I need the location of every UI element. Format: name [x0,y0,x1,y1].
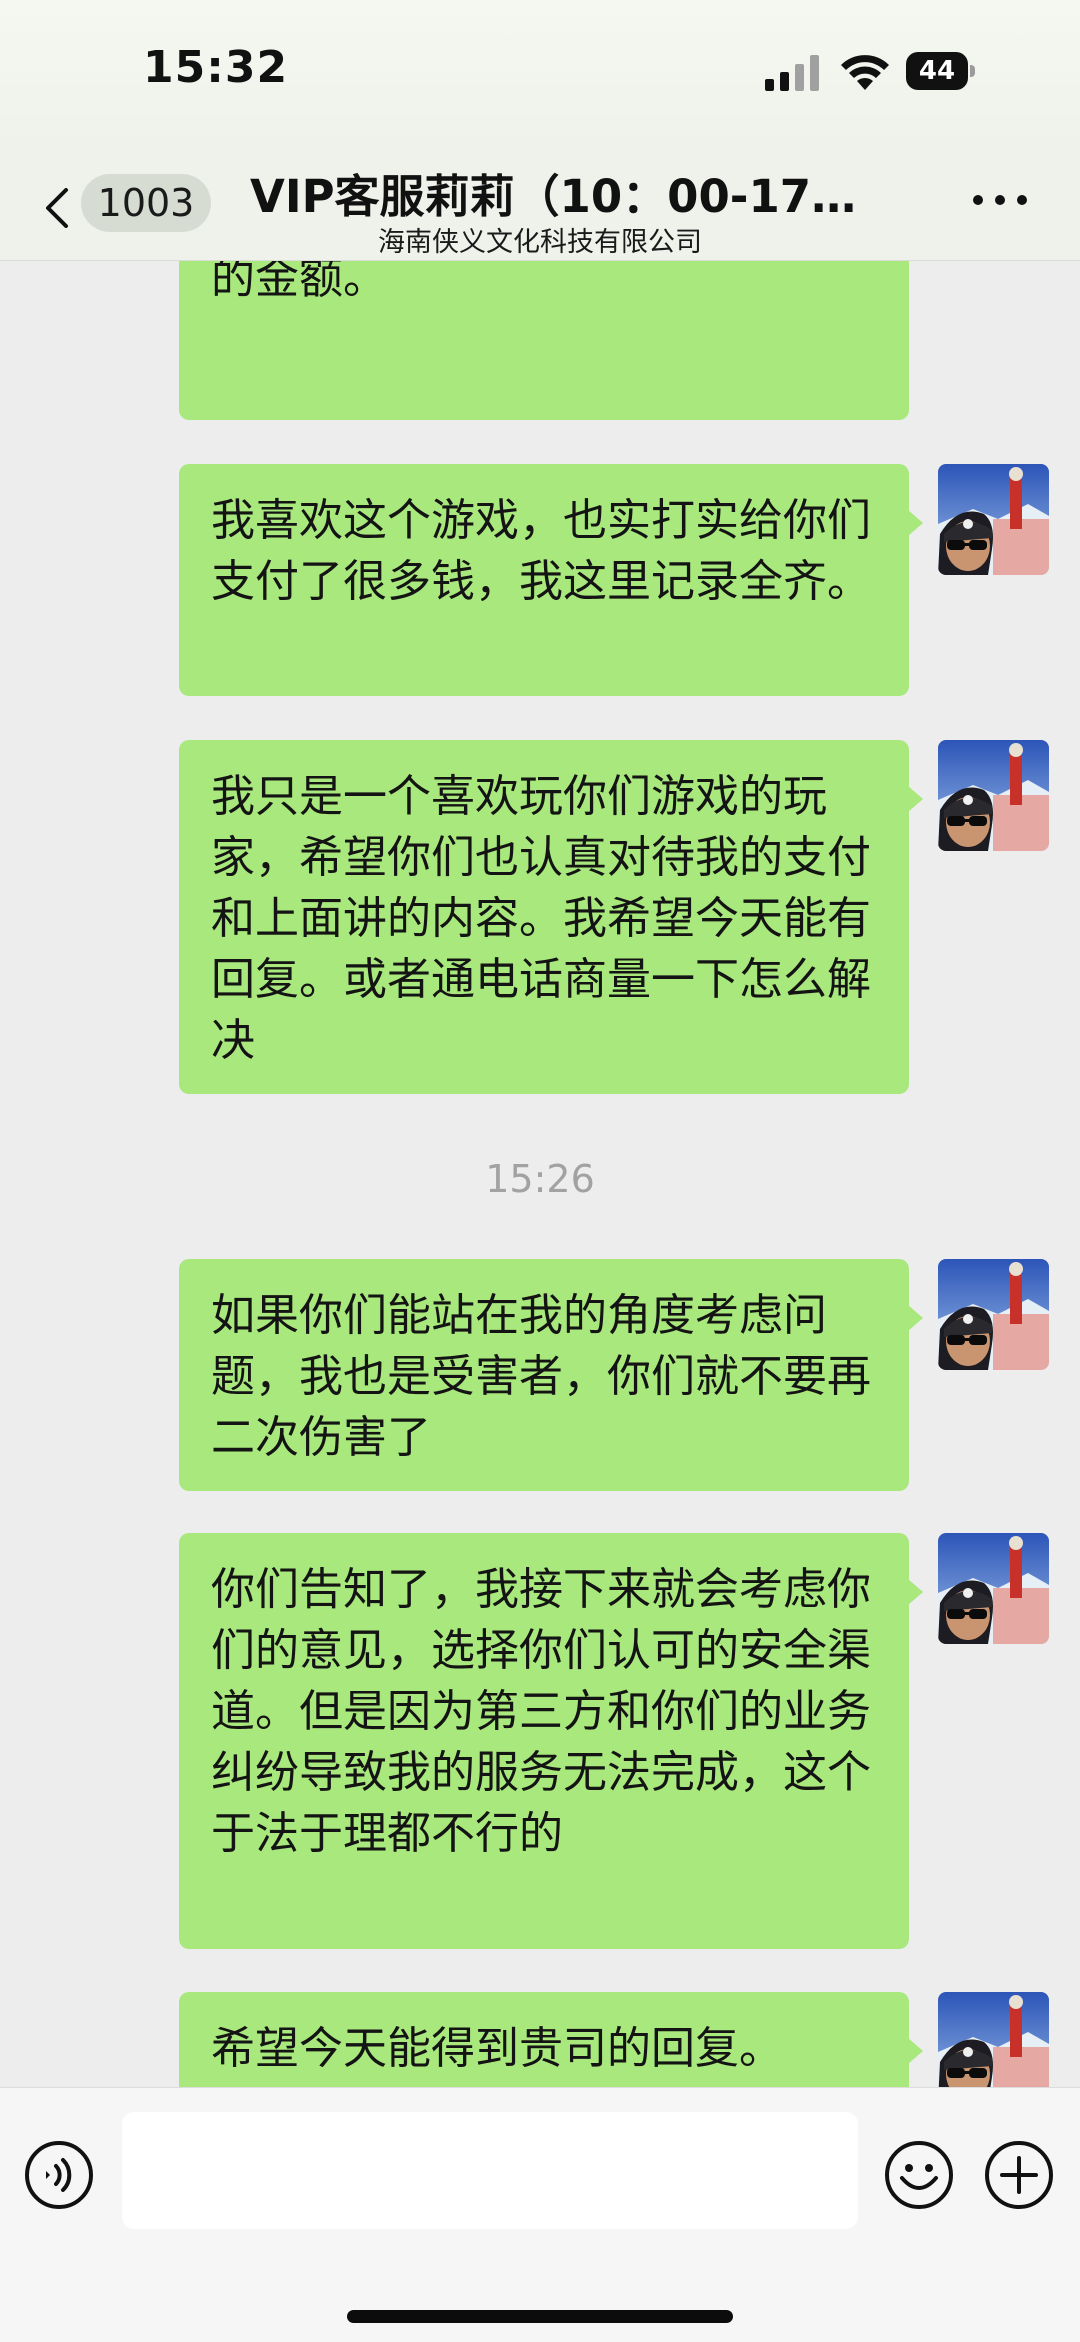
message-bubble[interactable]: 如果你们能站在我的角度考虑问题，我也是受害者，你们就不要再二次伤害了 [179,1259,923,1491]
message-bubble[interactable]: 希望今天能得到贵司的回复。 [179,1992,923,2087]
message-timestamp: 15:26 [485,1157,595,1201]
message-bubble[interactable]: 时。如果你们不能处理，那么我会起诉，这个金额早已超过可以立案的金额。 [179,261,909,420]
user-avatar-image [938,1533,1049,1644]
user-avatar-image [938,1259,1049,1370]
status-time: 15:32 [143,42,289,93]
chat-title: VIP客服莉莉（10：00-17… [250,170,857,223]
message-bubble[interactable]: 我喜欢这个游戏，也实打实给你们支付了很多钱，我这里记录全齐。 [179,464,923,696]
chat-input-bar [0,2087,1080,2342]
more-icon[interactable] [970,190,1030,210]
message-list[interactable]: 时。如果你们不能处理，那么我会起诉，这个金额早已超过可以立案的金额。 我喜欢这个… [0,261,1080,2087]
emoji-icon[interactable] [884,2140,954,2210]
message-bubble[interactable]: 你们告知了，我接下来就会考虑你们的意见，选择你们认可的安全渠道。但是因为第三方和… [179,1533,923,1949]
chat-header: 1003 VIP客服莉莉（10：00-17… 海南侠义文化科技有限公司 [0,150,1080,261]
avatar[interactable] [938,1259,1049,1370]
unread-count-badge: 1003 [81,174,211,232]
battery-level: 44 [918,56,956,86]
plus-icon[interactable] [984,2140,1054,2210]
voice-input-icon[interactable] [24,2140,94,2210]
message-bubble[interactable]: 我只是一个喜欢玩你们游戏的玩家，希望你们也认真对待我的支付和上面讲的内容。我希望… [179,740,923,1094]
battery-icon: 44 [906,52,976,92]
wifi-icon [841,55,889,90]
user-avatar-image [938,740,1049,851]
status-bar: 15:32 44 [0,0,1080,150]
avatar[interactable] [938,464,1049,575]
chat-subtitle: 海南侠义文化科技有限公司 [378,227,702,258]
user-avatar-image [938,1992,1049,2087]
avatar[interactable] [938,740,1049,851]
back-button[interactable]: 1003 [30,170,220,240]
home-indicator [347,2310,733,2323]
user-avatar-image [938,464,1049,575]
cellular-signal-icon [765,55,819,91]
chevron-left-icon [46,188,68,228]
avatar[interactable] [938,1533,1049,1644]
avatar[interactable] [938,1992,1049,2087]
message-input[interactable] [122,2112,858,2229]
